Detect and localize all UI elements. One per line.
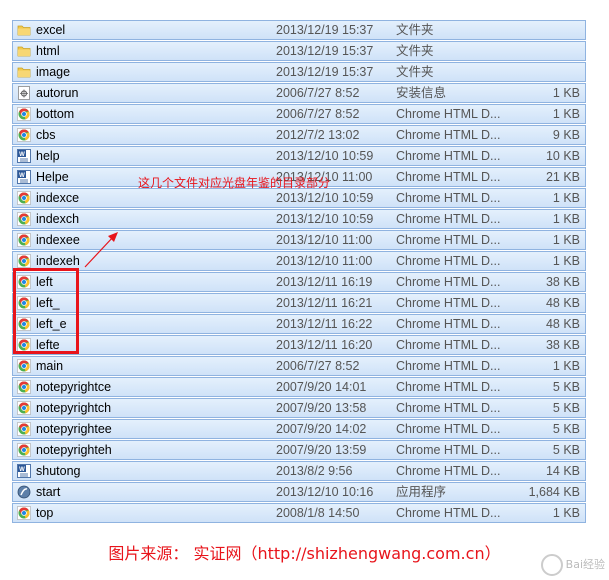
paw-logo-icon [540, 554, 563, 576]
watermark-text: Bai经验 [565, 558, 605, 571]
annotation-arrow [84, 232, 118, 268]
source-caption: 图片来源： 实证网（http://shizhengwang.com.cn） [108, 544, 501, 563]
annotation-text: 这几个文件对应光盘年鉴的目录部分 [138, 176, 331, 190]
watermark: Bai经验 [540, 554, 605, 576]
